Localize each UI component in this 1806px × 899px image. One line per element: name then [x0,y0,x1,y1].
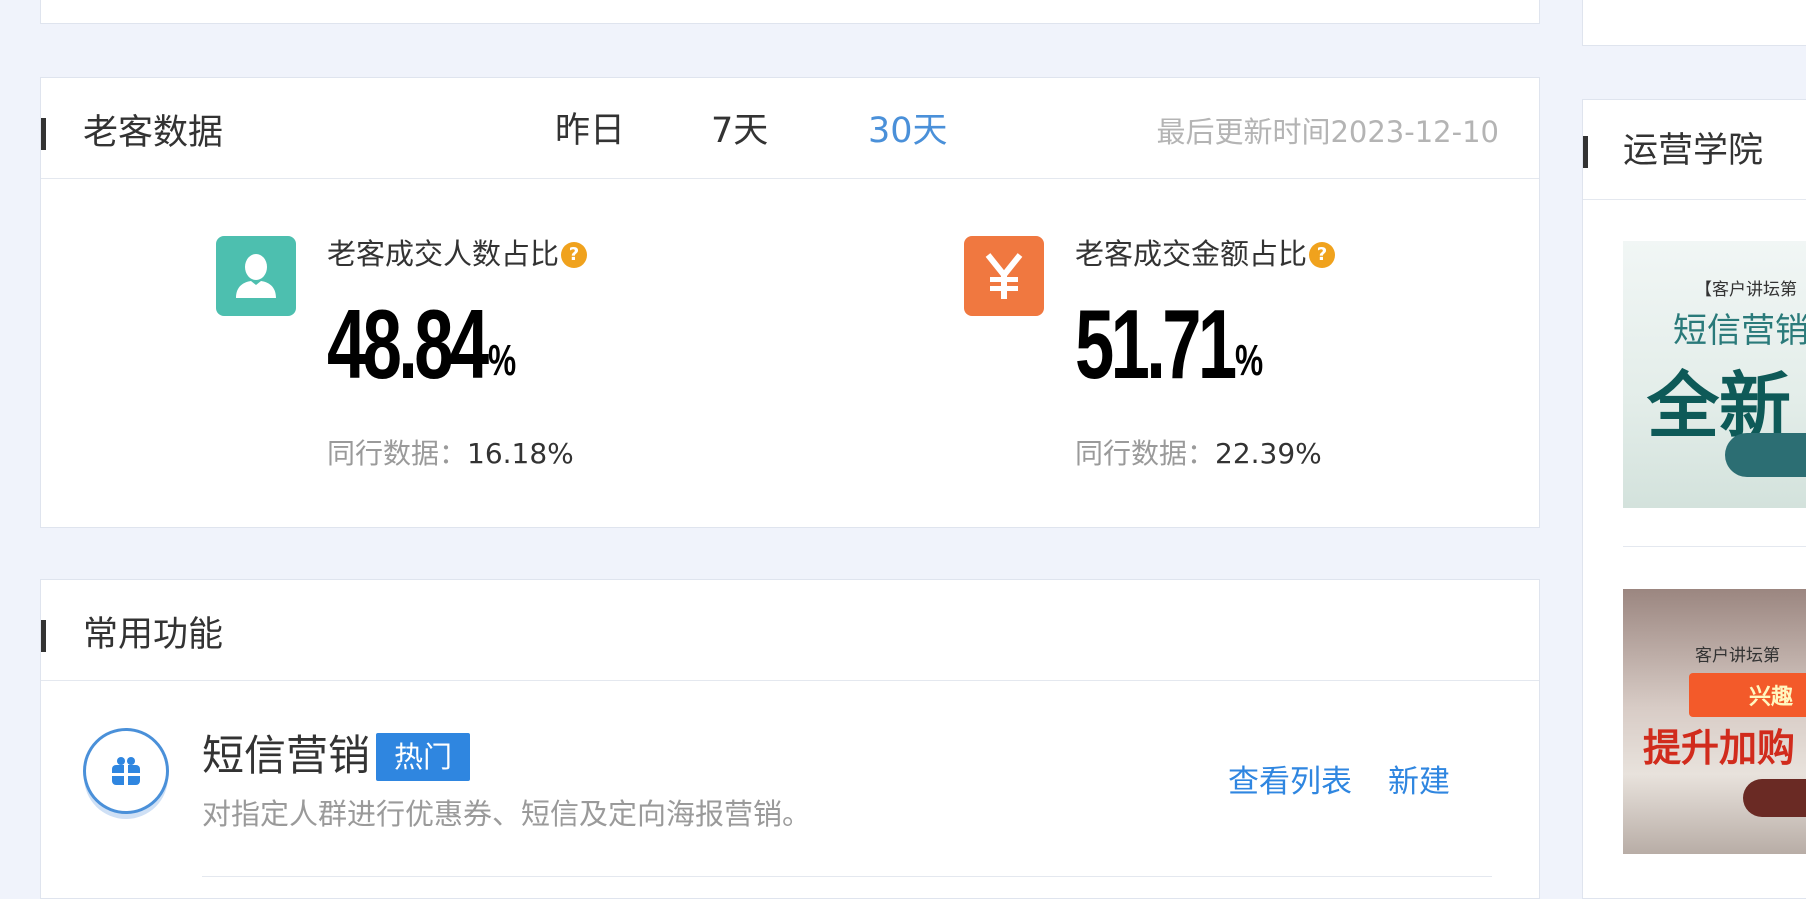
peer-label: 同行数据： [1075,437,1216,470]
common-functions-panel: 常用功能 短信营销 热门 对指定人群进行优惠券、短信及定向海报营销。 查看列表 … [40,579,1540,899]
range-tab-yesterday[interactable]: 昨日 [555,108,625,154]
college-title: 运营学院 [1623,131,1764,171]
banner-ribbon: 兴趣 [1689,673,1806,717]
metric-value-buyer-ratio: 48.84 [327,289,489,399]
course-banner-sms[interactable]: 【客户讲坛第 短信营销 全新 [1623,241,1806,508]
banner-header: 客户讲坛第 [1695,646,1780,666]
title-marker [41,620,46,652]
banner-button [1743,779,1806,817]
range-tab-30days[interactable]: 30天 [868,108,948,154]
metric-label-buyer-ratio: 老客成交人数占比? [327,234,588,274]
old-customer-header: 老客数据 昨日 7天 30天 最后更新时间2023-12-10 [41,78,1539,179]
user-icon [216,236,296,316]
metric-unit: % [488,336,517,385]
banner-line1: 短信营销 [1673,311,1806,351]
operation-college-panel: 运营学院 【客户讲坛第 短信营销 全新 客户讲坛第 兴趣 提升加购 [1582,99,1806,899]
banner-ribbon-text: 兴趣 [1749,685,1794,710]
banner-divider [1623,546,1806,547]
function-title-sms[interactable]: 短信营销 [202,728,370,784]
banner-header: 【客户讲坛第 [1695,280,1797,300]
peer-data-amount-ratio: 同行数据：22.39% [1075,434,1322,474]
hot-badge: 热门 [376,733,471,781]
side-top-panel [1582,0,1806,46]
college-header: 运营学院 [1583,100,1806,200]
view-list-link[interactable]: 查看列表 [1228,760,1352,804]
common-functions-header: 常用功能 [41,580,1539,681]
old-customer-panel: 老客数据 昨日 7天 30天 最后更新时间2023-12-10 老客成交人数占比… [40,77,1540,528]
peer-label: 同行数据： [327,437,468,470]
title-marker [41,118,46,150]
peer-value: 16.18% [467,437,574,470]
title-marker [1583,136,1588,168]
last-updated-text: 最后更新时间2023-12-10 [1156,115,1499,149]
old-customer-title: 老客数据 [83,113,224,153]
create-new-link[interactable]: 新建 [1388,760,1450,804]
peer-data-buyer-ratio: 同行数据：16.18% [327,434,574,474]
range-tab-7days[interactable]: 7天 [711,108,768,154]
function-divider [202,876,1492,877]
function-desc-sms: 对指定人群进行优惠券、短信及定向海报营销。 [202,797,812,831]
metric-unit: % [1235,336,1264,385]
yen-icon [964,236,1044,316]
metric-label-text: 老客成交金额占比 [1075,237,1308,271]
banner-button [1725,433,1806,477]
metric-label-amount-ratio: 老客成交金额占比? [1075,234,1336,274]
banner-line2: 提升加购 [1643,725,1796,770]
course-banner-interest[interactable]: 客户讲坛第 兴趣 提升加购 [1623,589,1806,854]
peer-value: 22.39% [1215,437,1322,470]
top-panel [40,0,1540,24]
help-icon[interactable]: ? [1309,242,1336,268]
common-functions-title: 常用功能 [83,615,224,655]
help-icon[interactable]: ? [561,242,588,268]
metric-label-text: 老客成交人数占比 [327,237,560,271]
metric-value-amount-ratio: 51.71 [1075,289,1237,399]
gift-icon [83,728,169,814]
